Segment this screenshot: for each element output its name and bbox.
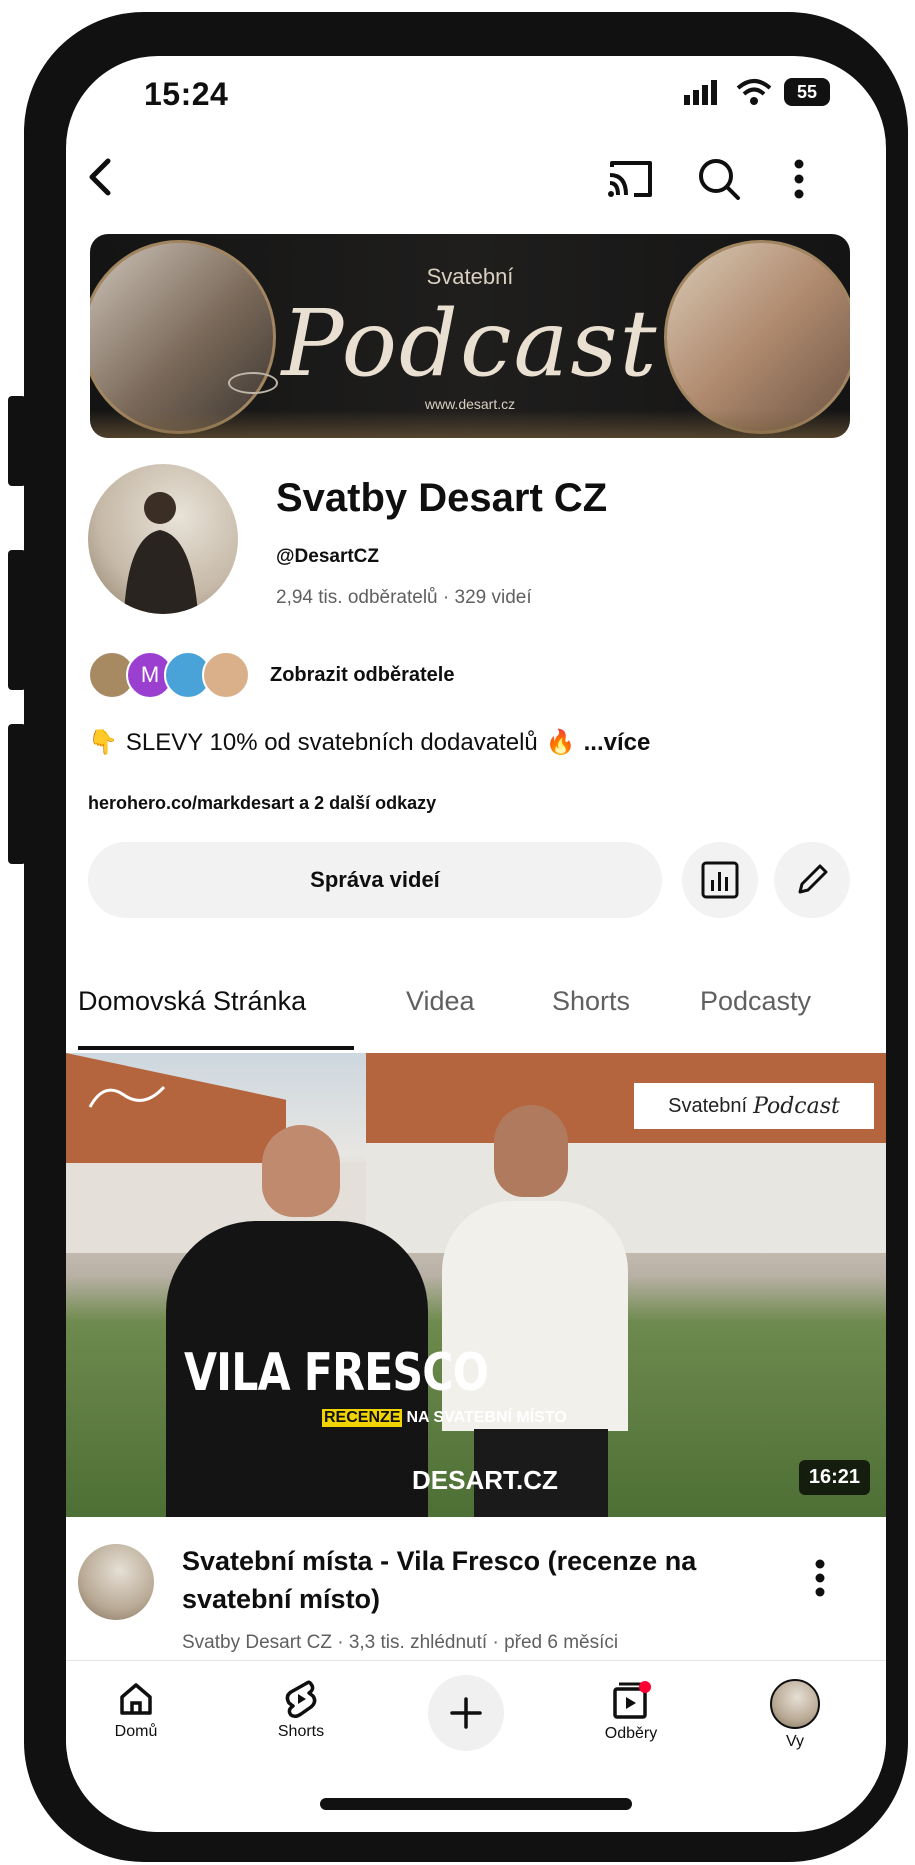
- subscribers-row[interactable]: M Zobrazit odběratele: [88, 648, 454, 702]
- channel-stats: 2,94 tis. odběratelů · 329 videí: [276, 587, 532, 608]
- banner-wave: [90, 410, 850, 438]
- pointing-hand-icon: 👇: [88, 729, 118, 756]
- subscriptions-icon: [613, 1681, 651, 1719]
- back-button[interactable]: [76, 152, 126, 202]
- shorts-icon: [285, 1680, 317, 1719]
- tab-shorts[interactable]: Shorts: [552, 986, 630, 1017]
- analytics-icon: [701, 861, 739, 899]
- analytics-button[interactable]: [682, 842, 758, 918]
- home-indicator: [320, 1798, 632, 1810]
- nav-home[interactable]: Domů: [96, 1679, 176, 1741]
- thumb-subtitle-highlight: RECENZE: [322, 1409, 403, 1427]
- banner-small-text: Svatební: [426, 264, 514, 289]
- home-icon: [120, 1683, 152, 1715]
- channel-avatar[interactable]: [88, 464, 238, 614]
- cast-button[interactable]: [604, 154, 658, 204]
- channel-links[interactable]: herohero.co/markdesart a 2 další odkazy: [88, 793, 436, 814]
- battery-icon: 55: [784, 78, 830, 106]
- phone-side-button: [8, 396, 26, 486]
- tab-home[interactable]: Domovská Stránka: [78, 986, 306, 1017]
- subscriber-avatar: [202, 651, 250, 699]
- thumb-badge-text-a: Svatební: [668, 1094, 748, 1117]
- status-icons: 55: [684, 78, 830, 106]
- thumb-signature-logo: [88, 1085, 166, 1108]
- banner-script-text: Podcast: [281, 290, 659, 397]
- video-duration-badge: 16:21: [798, 1460, 870, 1495]
- nav-subscriptions[interactable]: Odběry: [586, 1679, 676, 1743]
- pencil-icon: [798, 864, 828, 894]
- channel-tabs: Domovská Stránka Videa Shorts Podcasty: [66, 986, 886, 1040]
- kebab-menu-icon: [815, 1559, 825, 1597]
- manage-videos-button[interactable]: Správa videí: [88, 842, 662, 918]
- cast-icon: [608, 161, 652, 197]
- video-channel-avatar[interactable]: [78, 1544, 154, 1620]
- thumb-badge-text-b: Podcast: [753, 1093, 840, 1119]
- channel-banner: Svatební Podcast www.desart.cz: [90, 234, 850, 438]
- active-tab-indicator: [78, 1046, 354, 1050]
- thumb-subtitle: RECENZE NA SVATEBNÍ MÍSTO: [322, 1409, 567, 1427]
- search-button[interactable]: [694, 154, 744, 204]
- wifi-icon: [736, 79, 772, 105]
- show-subscribers-link: Zobrazit odběratele: [270, 663, 455, 686]
- phone-screen: 15:24 55 Svatební Podcast www.desart.cz …: [66, 56, 886, 1832]
- more-button[interactable]: [784, 154, 814, 204]
- tab-podcasts[interactable]: Podcasty: [700, 986, 811, 1017]
- user-avatar: [770, 1679, 820, 1729]
- back-arrow-icon: [89, 158, 111, 196]
- description-more-link[interactable]: ...více: [584, 729, 651, 757]
- thumb-title: VILA FRESCO: [184, 1343, 489, 1403]
- description-text: SLEVY 10% od svatebních dodavatelů: [125, 728, 538, 756]
- search-icon: [699, 159, 740, 200]
- plus-icon: [450, 1697, 482, 1729]
- channel-description[interactable]: 👇 SLEVY 10% od svatebních dodavatelů 🔥 .…: [88, 728, 650, 757]
- signal-icon: [684, 80, 717, 105]
- channel-name: Svatby Desart CZ: [276, 476, 608, 520]
- thumb-person-right-head: [494, 1105, 568, 1197]
- nav-home-label: Domů: [114, 1723, 158, 1740]
- thumb-site: DESART.CZ: [412, 1465, 558, 1495]
- phone-volume-down: [8, 724, 26, 864]
- create-button[interactable]: [428, 1675, 504, 1751]
- video-title[interactable]: Svatební místa - Vila Fresco (recenze na…: [182, 1542, 782, 1618]
- avatar-person-silhouette: [124, 492, 198, 614]
- video-more-button[interactable]: [808, 1556, 832, 1600]
- fire-icon: 🔥: [545, 729, 576, 756]
- status-time: 15:24: [144, 76, 229, 112]
- thumb-person-left-head: [262, 1125, 340, 1217]
- edit-channel-button[interactable]: [774, 842, 850, 918]
- nav-you[interactable]: Vy: [760, 1679, 830, 1751]
- channel-handle: @DesartCZ: [276, 546, 379, 567]
- nav-shorts[interactable]: Shorts: [256, 1679, 346, 1741]
- video-meta: Svatby Desart CZ · 3,3 tis. zhlédnutí · …: [182, 1632, 619, 1653]
- nav-you-label: Vy: [785, 1733, 805, 1750]
- thumb-podcast-badge: Svatební Podcast: [634, 1083, 874, 1129]
- featured-video-thumbnail[interactable]: Svatební Podcast VILA FRESCO RECENZE NA …: [66, 1053, 886, 1517]
- thumb-subtitle-text: NA SVATEBNÍ MÍSTO: [406, 1409, 567, 1426]
- phone-volume-up: [8, 550, 26, 690]
- tab-videos[interactable]: Videa: [406, 986, 475, 1017]
- nav-shorts-label: Shorts: [277, 1723, 325, 1740]
- thumb-house-wall: [366, 1143, 886, 1253]
- kebab-menu-icon: [794, 159, 804, 199]
- nav-subscriptions-label: Odběry: [604, 1725, 658, 1742]
